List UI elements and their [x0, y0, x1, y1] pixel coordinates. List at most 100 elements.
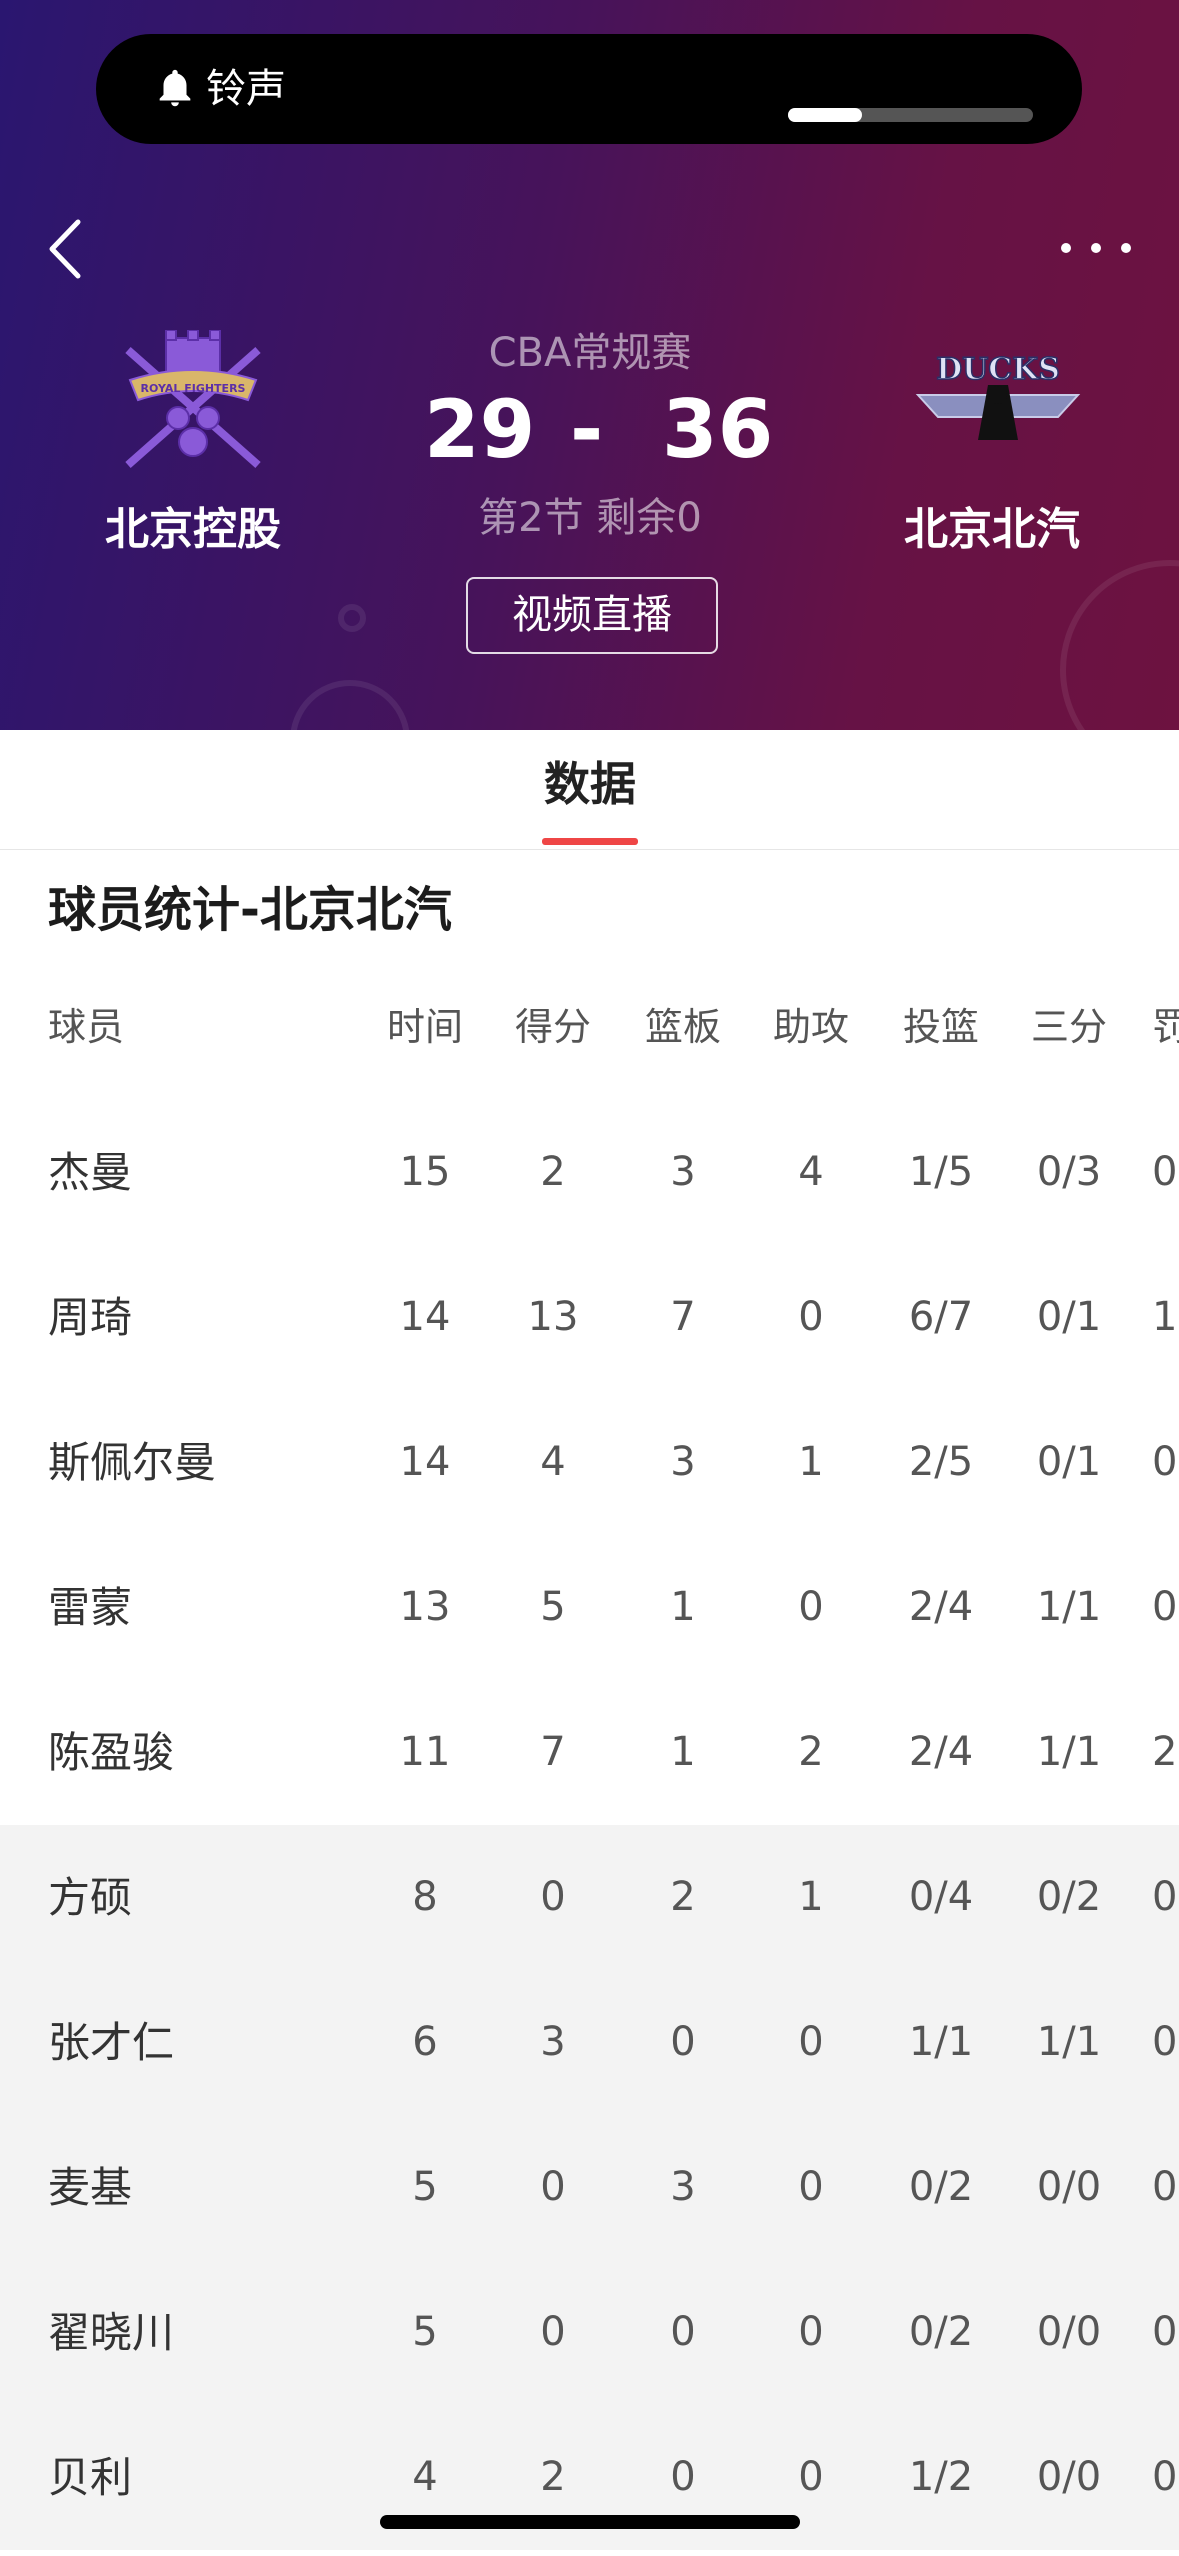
stat-three: 1/1 [1036, 1584, 1102, 1630]
ringer-label: 铃声 [206, 66, 286, 112]
column-header-rebounds[interactable]: 篮板 [628, 955, 738, 1100]
table-row[interactable]: 杰曼 15 2 3 4 1/5 0/3 0 [0, 1100, 1179, 1245]
stat-ft: 0 [1152, 1439, 1178, 1485]
svg-text:DUCKS: DUCKS [936, 352, 1060, 387]
back-button[interactable] [40, 212, 100, 286]
stat-time: 6 [412, 2019, 438, 2065]
stat-fg: 0/2 [908, 2309, 974, 2355]
stat-time: 13 [399, 1584, 451, 1630]
stat-points: 13 [527, 1294, 579, 1340]
stat-rebounds: 0 [670, 2019, 696, 2065]
player-name[interactable]: 周琦 [48, 1245, 348, 1390]
stat-time: 5 [412, 2309, 438, 2355]
stat-points: 2 [540, 1149, 566, 1195]
player-name[interactable]: 张才仁 [48, 1970, 348, 2115]
player-name[interactable]: 陈盈骏 [48, 1680, 348, 1825]
game-period: 第2节 剩余0 [478, 495, 702, 541]
table-row[interactable]: 麦基 5 0 3 0 0/2 0/0 0 [0, 2115, 1179, 2260]
stat-three: 0/2 [1036, 1874, 1102, 1920]
stat-fg: 1/2 [908, 2454, 974, 2500]
home-team-logo[interactable]: ROYAL FIGHTERS [108, 330, 278, 480]
stat-rebounds: 3 [670, 1439, 696, 1485]
player-name[interactable]: 方硕 [48, 1825, 348, 1970]
stat-assists: 0 [798, 2309, 824, 2355]
stat-ft: 1 [1152, 1294, 1178, 1340]
player-name[interactable]: 贝利 [48, 2405, 348, 2550]
stat-fg: 2/4 [908, 1729, 974, 1775]
stat-fg: 0/2 [908, 2164, 974, 2210]
column-header-points[interactable]: 得分 [498, 955, 608, 1100]
table-row[interactable]: 斯佩尔曼 14 4 3 1 2/5 0/1 0 [0, 1390, 1179, 1535]
stat-ft: 0 [1152, 1874, 1178, 1920]
column-header-fg[interactable]: 投篮 [886, 955, 996, 1100]
table-row[interactable]: 周琦 14 13 7 0 6/7 0/1 1 [0, 1245, 1179, 1390]
stat-assists: 0 [798, 2164, 824, 2210]
score-separator: - [570, 383, 604, 476]
table-row[interactable]: 方硕 8 0 2 1 0/4 0/2 0 [0, 1825, 1179, 1970]
table-row[interactable]: 翟晓川 5 0 0 0 0/2 0/0 0 [0, 2260, 1179, 2405]
more-options-button[interactable] [1058, 230, 1134, 266]
player-name[interactable]: 雷蒙 [48, 1535, 348, 1680]
ringer-banner: 铃声 [96, 34, 1082, 144]
stat-assists: 2 [798, 1729, 824, 1775]
stat-rebounds: 3 [670, 1149, 696, 1195]
video-live-button[interactable]: 视频直播 [466, 577, 718, 654]
stat-ft: 0 [1152, 1149, 1178, 1195]
stat-time: 8 [412, 1874, 438, 1920]
table-row[interactable]: 陈盈骏 11 7 1 2 2/4 1/1 2 [0, 1680, 1179, 1825]
stat-fg: 6/7 [908, 1294, 974, 1340]
volume-bar[interactable] [788, 108, 1033, 122]
player-name[interactable]: 翟晓川 [48, 2260, 348, 2405]
player-name[interactable]: 杰曼 [48, 1100, 348, 1245]
stat-points: 7 [540, 1729, 566, 1775]
bell-icon [159, 69, 191, 107]
column-header-time[interactable]: 时间 [370, 955, 480, 1100]
column-header-three[interactable]: 三分 [1014, 955, 1124, 1100]
decor-circle [338, 604, 366, 632]
stat-assists: 0 [798, 2019, 824, 2065]
stat-points: 0 [540, 2164, 566, 2210]
stat-rebounds: 1 [670, 1729, 696, 1775]
stat-ft: 2 [1152, 1729, 1178, 1775]
stat-points: 3 [540, 2019, 566, 2065]
stat-assists: 0 [798, 1294, 824, 1340]
stat-assists: 0 [798, 1584, 824, 1630]
home-indicator[interactable] [380, 2515, 800, 2529]
active-tab-indicator [542, 838, 638, 845]
away-team-logo[interactable]: DUCKS [908, 345, 1088, 455]
league-label: CBA常规赛 [488, 330, 692, 376]
stat-three: 0/0 [1036, 2164, 1102, 2210]
stat-rebounds: 0 [670, 2309, 696, 2355]
stat-ft: 0 [1152, 2454, 1178, 2500]
stat-points: 0 [540, 2309, 566, 2355]
player-name[interactable]: 斯佩尔曼 [48, 1390, 348, 1535]
decor-circle [290, 680, 410, 730]
stat-ft: 0 [1152, 1584, 1178, 1630]
column-header-ft[interactable]: 罚 [1152, 955, 1179, 1100]
svg-text:ROYAL FIGHTERS: ROYAL FIGHTERS [141, 382, 246, 395]
stat-rebounds: 2 [670, 1874, 696, 1920]
table-row[interactable]: 张才仁 6 3 0 0 1/1 1/1 0 [0, 1970, 1179, 2115]
stat-fg: 1/1 [908, 2019, 974, 2065]
home-team-name[interactable]: 北京控股 [63, 500, 323, 560]
stat-three: 0/3 [1036, 1149, 1102, 1195]
column-header-player[interactable]: 球员 [48, 955, 348, 1100]
away-team-name[interactable]: 北京北汽 [862, 500, 1122, 560]
player-stats-table: 球员 时间 得分 篮板 助攻 投篮 三分罚杰曼 15 2 3 4 1/5 0/3 0 周琦 14 13 7 0 6/7… [0, 960, 1179, 2550]
stat-fg: 2/4 [908, 1584, 974, 1630]
stat-ft: 0 [1152, 2309, 1178, 2355]
player-name[interactable]: 麦基 [48, 2115, 348, 2260]
column-header-assists[interactable]: 助攻 [756, 955, 866, 1100]
tab-data[interactable]: 数据 [520, 754, 660, 814]
stat-ft: 0 [1152, 2164, 1178, 2210]
stat-assists: 1 [798, 1874, 824, 1920]
stat-three: 0/1 [1036, 1439, 1102, 1485]
stat-time: 11 [399, 1729, 451, 1775]
stat-fg: 0/4 [908, 1874, 974, 1920]
stat-three: 0/0 [1036, 2309, 1102, 2355]
stat-points: 5 [540, 1584, 566, 1630]
table-row[interactable]: 雷蒙 13 5 1 0 2/4 1/1 0 [0, 1535, 1179, 1680]
stat-rebounds: 3 [670, 2164, 696, 2210]
stat-time: 15 [399, 1149, 451, 1195]
stat-three: 1/1 [1036, 1729, 1102, 1775]
